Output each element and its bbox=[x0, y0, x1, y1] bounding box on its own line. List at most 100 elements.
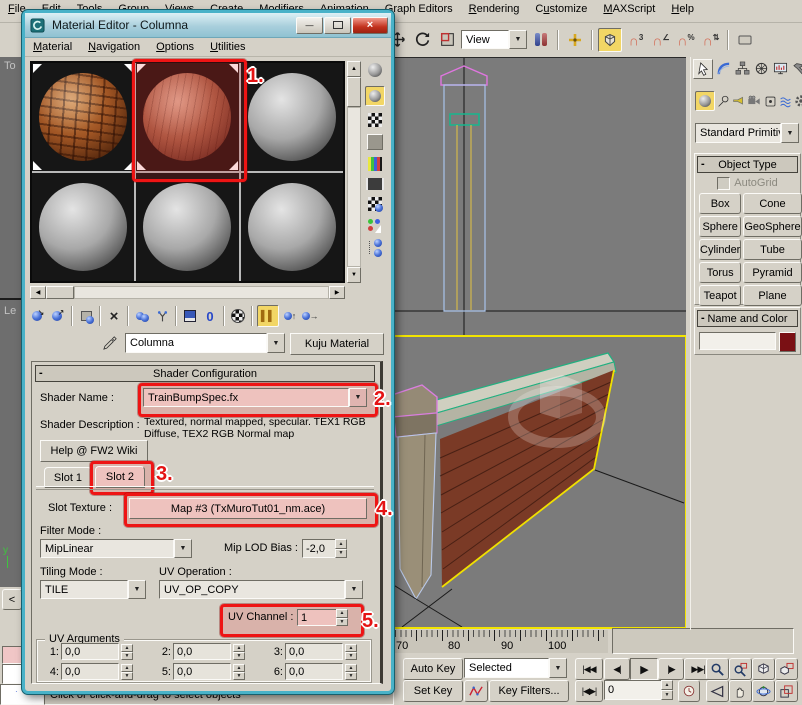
category-shapes[interactable] bbox=[716, 92, 730, 110]
spinner-down-icon[interactable]: ▼ bbox=[335, 549, 347, 559]
category-geometry[interactable] bbox=[695, 91, 715, 111]
shader-config-rollout-header[interactable]: - Shader Configuration bbox=[35, 365, 375, 382]
show-map-in-viewport-button[interactable] bbox=[229, 307, 247, 325]
spinner[interactable]: ▲▼ bbox=[233, 664, 245, 680]
select-by-material-button[interactable] bbox=[367, 218, 383, 232]
object-type-plane[interactable]: Plane bbox=[743, 285, 801, 306]
spinner[interactable]: ▲▼ bbox=[345, 664, 357, 680]
me-menu-options[interactable]: Options bbox=[148, 38, 202, 56]
sample-slots-vscrollbar[interactable]: ▲ ▼ bbox=[347, 61, 361, 283]
make-unique-button[interactable] bbox=[153, 307, 171, 325]
spinner-down-icon[interactable]: ▼ bbox=[345, 652, 357, 660]
collapse-icon[interactable]: - bbox=[701, 312, 705, 324]
arc-rotate-button[interactable] bbox=[752, 680, 775, 702]
go-to-parent-button[interactable]: ↑ bbox=[281, 307, 299, 325]
spinner-up-icon[interactable]: ▲ bbox=[335, 539, 347, 549]
background-checker-button[interactable] bbox=[368, 113, 382, 127]
timeline-ruler[interactable]: 70 80 90 100 bbox=[390, 630, 608, 653]
spinner[interactable]: ▲▼ bbox=[345, 644, 357, 660]
field-of-view-button[interactable] bbox=[706, 680, 729, 702]
auto-key-button[interactable]: Auto Key bbox=[403, 658, 463, 680]
tab-modify[interactable] bbox=[714, 59, 732, 77]
hscroll-track[interactable] bbox=[74, 286, 329, 299]
scroll-up-icon[interactable]: ▲ bbox=[347, 61, 361, 77]
slot-texture-button[interactable]: Map #3 (TxMuroTut01_nm.ace) bbox=[129, 498, 367, 519]
angle-snap-toggle-button[interactable]: ∩∠ bbox=[650, 29, 672, 51]
spinner-snap-toggle-button[interactable]: ∩⇅ bbox=[700, 29, 722, 51]
put-to-library-button[interactable] bbox=[181, 307, 199, 325]
use-pivot-point-center-button[interactable] bbox=[530, 29, 552, 51]
spinner-up-icon[interactable]: ▲ bbox=[233, 664, 245, 672]
sample-type-sphere-button[interactable] bbox=[366, 61, 384, 79]
video-color-check-button[interactable] bbox=[368, 157, 382, 171]
minimize-button[interactable]: — bbox=[296, 17, 323, 34]
object-type-sphere[interactable]: Sphere bbox=[699, 216, 741, 237]
tab-hierarchy[interactable] bbox=[733, 59, 751, 77]
snap-3d-magnet-button[interactable]: ∩3 bbox=[625, 29, 647, 51]
object-type-pyramid[interactable]: Pyramid bbox=[743, 262, 801, 283]
spinner-down-icon[interactable]: ▼ bbox=[233, 672, 245, 680]
zoom-all-button[interactable] bbox=[729, 658, 752, 680]
get-material-button[interactable]: ↘ bbox=[29, 307, 47, 325]
object-type-cylinder[interactable]: Cylinder bbox=[699, 239, 741, 260]
sample-slots-hscrollbar[interactable]: ◀ ▶ bbox=[30, 286, 345, 299]
object-type-box[interactable]: Box bbox=[699, 193, 741, 214]
collapse-icon[interactable]: - bbox=[39, 367, 43, 379]
zoom-extents-all-button[interactable] bbox=[775, 658, 798, 680]
select-and-rotate-button[interactable] bbox=[411, 29, 433, 51]
uv-arg-field[interactable]: 0,0 bbox=[61, 643, 119, 660]
spinner-down-icon[interactable]: ▼ bbox=[233, 652, 245, 660]
next-frame-button[interactable]: |▶ bbox=[658, 658, 684, 680]
category-helpers[interactable] bbox=[763, 92, 777, 110]
reference-coordsys-dropdown[interactable]: View ▼ bbox=[461, 30, 527, 49]
set-key-button[interactable]: Set Key bbox=[403, 680, 463, 702]
tab-slot-2[interactable]: Slot 2 bbox=[95, 466, 145, 488]
zoom-extents-button[interactable] bbox=[752, 658, 775, 680]
time-configuration-button[interactable] bbox=[678, 680, 700, 702]
make-preview-button[interactable] bbox=[366, 178, 384, 190]
key-filters-button[interactable]: Key Filters... bbox=[489, 680, 569, 702]
chevron-down-icon[interactable]: ▼ bbox=[128, 580, 146, 599]
vscroll-thumb[interactable] bbox=[347, 77, 361, 107]
go-to-start-button[interactable]: |◀◀ bbox=[575, 658, 603, 680]
spinner[interactable]: ▲▼ bbox=[121, 664, 133, 680]
chevron-down-icon[interactable]: ▼ bbox=[349, 388, 367, 407]
spinner-up-icon[interactable]: ▲ bbox=[121, 664, 133, 672]
object-type-torus[interactable]: Torus bbox=[699, 262, 741, 283]
frame-spinner[interactable]: ▲ ▼ bbox=[661, 680, 673, 700]
previous-frame-button[interactable]: ◀| bbox=[604, 658, 630, 680]
menu-maxscript[interactable]: MAXScript bbox=[595, 0, 663, 18]
sample-uv-tiling-button[interactable] bbox=[367, 134, 383, 150]
chevron-down-icon[interactable]: ▼ bbox=[267, 333, 285, 353]
uv-channel-field[interactable]: 1 bbox=[297, 609, 341, 626]
me-menu-material[interactable]: Material bbox=[25, 38, 80, 56]
autogrid-checkbox[interactable] bbox=[717, 177, 730, 190]
kuju-material-button[interactable]: Kuju Material bbox=[290, 333, 384, 355]
object-type-tube[interactable]: Tube bbox=[743, 239, 801, 260]
mip-lod-bias-spinner[interactable]: ▲ ▼ bbox=[335, 539, 347, 558]
chevron-down-icon[interactable]: ▼ bbox=[345, 580, 363, 599]
uv-arg-field[interactable]: 0,0 bbox=[61, 663, 119, 680]
select-and-manipulate-button[interactable] bbox=[564, 29, 586, 51]
backlight-button[interactable] bbox=[365, 86, 385, 106]
uv-arg-field[interactable]: 0,0 bbox=[285, 643, 343, 660]
vscroll-track[interactable] bbox=[347, 107, 361, 267]
maximize-button[interactable] bbox=[324, 17, 351, 34]
uv-arg-field[interactable]: 0,0 bbox=[173, 663, 231, 680]
category-lights[interactable] bbox=[731, 92, 745, 110]
show-end-result-button[interactable]: ▌▌ bbox=[257, 305, 279, 327]
menu-customize[interactable]: Customize bbox=[527, 0, 595, 18]
uv-operation-dropdown[interactable]: UV_OP_COPY ▼ bbox=[159, 580, 363, 599]
make-material-copy-button[interactable] bbox=[133, 307, 151, 325]
set-key-filters-curve-button[interactable] bbox=[464, 680, 488, 702]
spinner-down-icon[interactable]: ▼ bbox=[336, 618, 348, 627]
tab-motion[interactable] bbox=[752, 59, 770, 77]
chevron-down-icon[interactable]: ▼ bbox=[781, 123, 799, 143]
name-color-rollout-header[interactable]: - Name and Color bbox=[697, 310, 798, 327]
close-button[interactable]: × bbox=[352, 17, 388, 34]
scroll-down-icon[interactable]: ▼ bbox=[347, 267, 361, 283]
spinner[interactable]: ▲▼ bbox=[233, 644, 245, 660]
viewport-divider[interactable] bbox=[0, 298, 22, 300]
spinner-up-icon[interactable]: ▲ bbox=[233, 644, 245, 652]
uv-channel-spinner[interactable]: ▲ ▼ bbox=[336, 609, 348, 626]
